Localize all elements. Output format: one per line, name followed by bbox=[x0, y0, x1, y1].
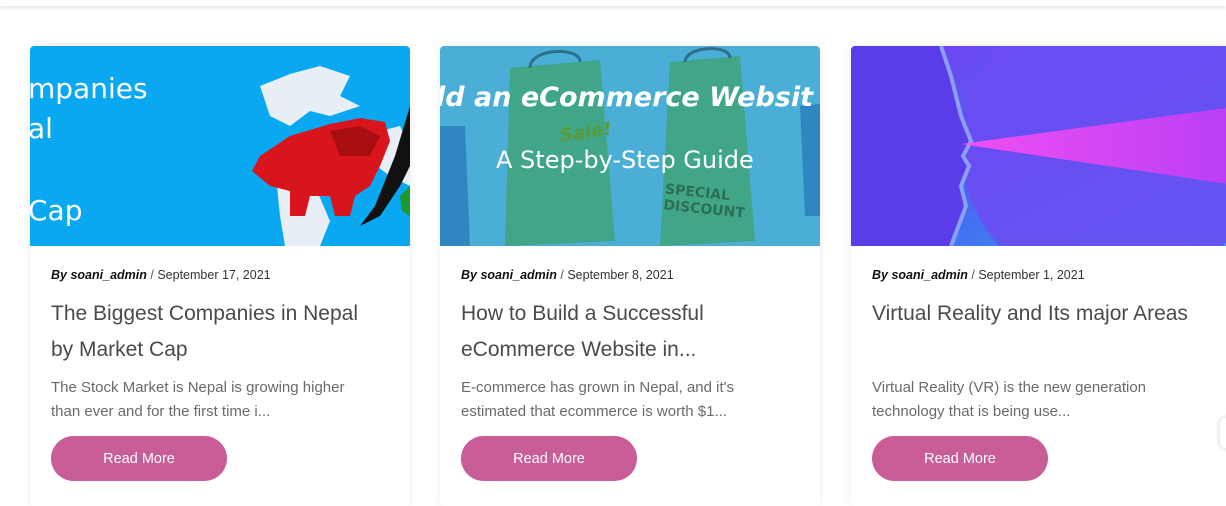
post-card: mpanies al Cap By soani_admin / Septembe… bbox=[30, 46, 410, 506]
post-thumbnail[interactable]: mpanies al Cap bbox=[30, 46, 410, 246]
post-author-prefix: By bbox=[51, 268, 67, 282]
post-date: September 1, 2021 bbox=[978, 268, 1085, 282]
post-author-prefix: By bbox=[872, 268, 888, 282]
thumbnail-subtitle: A Step-by-Step Guide bbox=[496, 146, 754, 174]
meta-separator: / bbox=[971, 268, 975, 282]
virtual-reality-illustration bbox=[851, 46, 1226, 246]
post-thumbnail[interactable]: ld an eCommerce Websit Sale! A Step-by-S… bbox=[440, 46, 820, 246]
post-meta: By soani_admin / September 17, 2021 bbox=[51, 268, 271, 282]
post-author[interactable]: soani_admin bbox=[70, 268, 146, 282]
post-excerpt: E-commerce has grown in Nepal, and it's … bbox=[461, 379, 734, 420]
post-date: September 8, 2021 bbox=[567, 268, 674, 282]
post-card: ld an eCommerce Websit Sale! A Step-by-S… bbox=[440, 46, 820, 506]
post-thumbnail[interactable] bbox=[851, 46, 1226, 246]
meta-separator: / bbox=[560, 268, 564, 282]
post-author-prefix: By bbox=[461, 268, 477, 282]
meta-separator: / bbox=[150, 268, 154, 282]
thumbnail-headline: ld an eCommerce Websit bbox=[440, 82, 814, 113]
post-meta: By soani_admin / September 8, 2021 bbox=[461, 268, 674, 282]
read-more-button[interactable]: Read More bbox=[51, 436, 227, 481]
scroll-handle[interactable] bbox=[1220, 418, 1226, 448]
thumbnail-text: al bbox=[30, 112, 53, 145]
post-title[interactable]: The Biggest Companies in Nepal by Market… bbox=[51, 296, 381, 368]
header-bar bbox=[0, 0, 1226, 6]
post-author[interactable]: soani_admin bbox=[891, 268, 967, 282]
read-more-button[interactable]: Read More bbox=[461, 436, 637, 481]
post-title[interactable]: Virtual Reality and Its major Areas bbox=[872, 296, 1202, 332]
thumbnail-text: mpanies bbox=[30, 72, 148, 105]
post-excerpt: Virtual Reality (VR) is the new generati… bbox=[872, 379, 1147, 420]
thumbnail-text: Cap bbox=[30, 194, 83, 227]
post-meta: By soani_admin / September 1, 2021 bbox=[872, 268, 1085, 282]
read-more-button[interactable]: Read More bbox=[872, 436, 1048, 481]
post-author[interactable]: soani_admin bbox=[480, 268, 556, 282]
post-excerpt: The Stock Market is Nepal is growing hig… bbox=[51, 379, 345, 420]
post-card: By soani_admin / September 1, 2021 Virtu… bbox=[851, 46, 1226, 506]
post-date: September 17, 2021 bbox=[157, 268, 271, 282]
post-title[interactable]: How to Build a Successful eCommerce Webs… bbox=[461, 296, 791, 368]
